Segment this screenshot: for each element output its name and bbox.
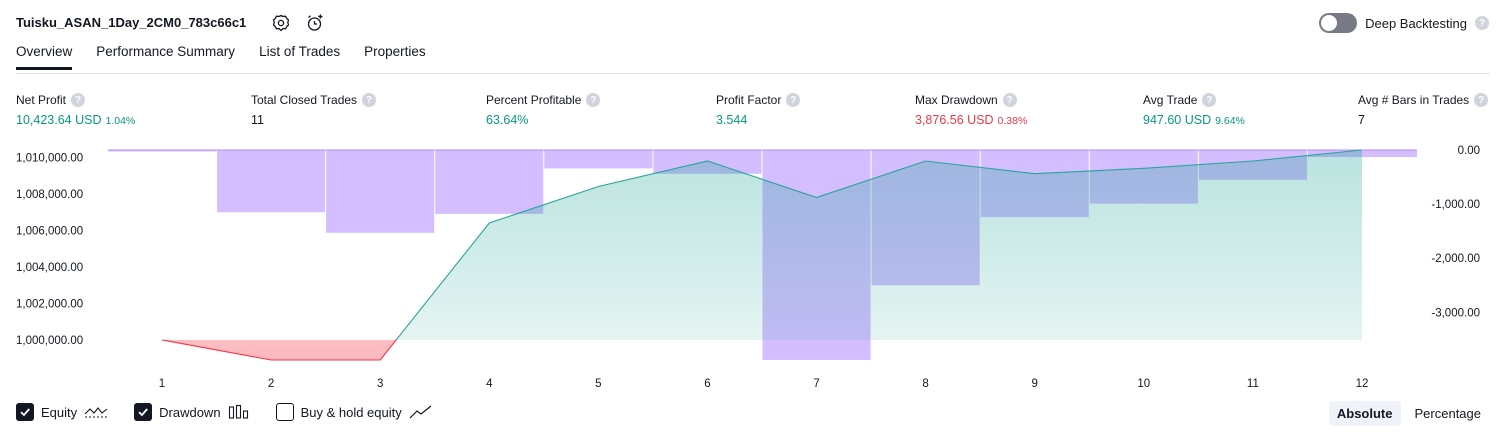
- x-axis-tick-label: 11: [1247, 378, 1259, 390]
- metric-profit-factor: Profit Factor? 3.544: [716, 93, 801, 127]
- metric-total-closed-trades: Total Closed Trades? 11: [251, 93, 377, 127]
- legend-label: Buy & hold equity: [300, 404, 402, 420]
- help-icon[interactable]: ?: [1474, 93, 1489, 107]
- buy-hold-line-icon: [409, 405, 432, 419]
- metric-label: Percent Profitable: [486, 93, 582, 107]
- equity-line-icon: [84, 407, 108, 418]
- legend-buy-hold-equity[interactable]: Buy & hold equity: [275, 403, 433, 421]
- x-axis-tick-label: 10: [1137, 378, 1150, 390]
- metric-percent: 0.38%: [997, 115, 1028, 127]
- absolute-button[interactable]: Absolute: [1328, 401, 1401, 426]
- right-axis-tick-label: -3,000.00: [1431, 307, 1480, 319]
- x-axis-tick-label: 9: [1032, 378, 1038, 390]
- tab-list-of-trades[interactable]: List of Trades: [259, 44, 340, 68]
- metric-value: 947.60 USD: [1143, 113, 1212, 127]
- left-axis-tick-label: 1,002,000.00: [16, 298, 83, 310]
- metric-max-drawdown: Max Drawdown? 3,876.56 USD 0.38%: [915, 93, 1027, 127]
- toggle-knob: [1321, 15, 1338, 31]
- metric-label: Profit Factor: [716, 93, 782, 107]
- help-icon[interactable]: ?: [362, 93, 377, 107]
- tabs-divider: [16, 73, 1490, 74]
- add-alert-button[interactable]: [304, 12, 326, 34]
- add-alert-icon: [307, 14, 323, 31]
- right-axis-tick-label: 0.00: [1458, 145, 1480, 157]
- metric-value: 3,876.56 USD: [915, 113, 994, 127]
- metric-percent: 9.64%: [1215, 115, 1245, 127]
- metric-value: 10,423.64 USD: [16, 113, 102, 127]
- x-axis-tick-label: 1: [159, 378, 165, 390]
- x-axis-tick-label: 2: [268, 378, 274, 390]
- equity-drawdown-chart[interactable]: 1,010,000.00 1,008,000.00 1,006,000.00 1,00…: [0, 140, 1507, 396]
- drawdown-bar: [108, 150, 217, 152]
- report-header: Tuisku_ASAN_1Day_2CM0_783c66c1 Deep Back…: [0, 0, 1507, 46]
- drawdown-bar: [217, 150, 326, 213]
- x-axis-tick-label: 5: [595, 378, 601, 390]
- metric-label: Avg Trade: [1143, 93, 1198, 107]
- check-icon: [20, 408, 30, 417]
- left-axis-tick-label: 1,000,000.00: [16, 335, 83, 347]
- x-axis-tick-label: 6: [704, 378, 710, 390]
- deep-backtesting-label: Deep Backtesting: [1365, 15, 1467, 31]
- metric-label: Net Profit: [16, 93, 67, 107]
- x-axis-tick-label: 7: [813, 378, 819, 390]
- tab-properties[interactable]: Properties: [364, 44, 426, 68]
- metric-percent: 1.04%: [105, 115, 136, 127]
- drawdown-bars-icon: [228, 404, 248, 419]
- metric-value: 3.544: [716, 113, 748, 127]
- help-icon[interactable]: ?: [1475, 16, 1489, 30]
- right-drawdown-axis: 0.00 -1,000.00 -2,000.00 -3,000.00: [1431, 145, 1480, 319]
- help-icon[interactable]: ?: [71, 93, 86, 107]
- metric-label: Avg # Bars in Trades: [1358, 93, 1470, 107]
- trade-number-axis: 1 2 3 4 5 6 7 8 9 10 11 12: [159, 378, 1369, 390]
- tab-overview[interactable]: Overview: [16, 44, 73, 70]
- buy-hold-checkbox[interactable]: [275, 403, 294, 421]
- metric-label: Max Drawdown: [915, 93, 998, 107]
- right-axis-tick-label: -1,000.00: [1431, 199, 1480, 211]
- x-axis-tick-label: 8: [922, 378, 928, 390]
- scale-mode-switch: Absolute Percentage: [1328, 401, 1490, 426]
- metric-value: 11: [251, 113, 264, 127]
- drawdown-bar: [435, 150, 544, 214]
- x-axis-tick-label: 4: [486, 378, 493, 390]
- metric-net-profit: Net Profit? 10,423.64 USD 1.04%: [16, 93, 135, 127]
- metric-avg-bars-in-trades: Avg # Bars in Trades? 7: [1358, 93, 1489, 127]
- metric-value: 7: [1358, 113, 1365, 127]
- right-axis-tick-label: -2,000.00: [1431, 253, 1480, 265]
- help-icon[interactable]: ?: [1002, 93, 1017, 107]
- tab-performance-summary[interactable]: Performance Summary: [96, 44, 235, 68]
- legend-drawdown[interactable]: Drawdown: [134, 403, 249, 421]
- drawdown-bar: [544, 150, 653, 169]
- strategy-title: Tuisku_ASAN_1Day_2CM0_783c66c1: [16, 15, 247, 30]
- legend-equity[interactable]: Equity: [16, 403, 108, 421]
- equity-checkbox[interactable]: [16, 403, 34, 421]
- help-icon[interactable]: ?: [786, 93, 801, 107]
- help-icon[interactable]: ?: [586, 93, 601, 107]
- drawdown-checkbox[interactable]: [134, 403, 153, 421]
- report-tabs: Overview Performance Summary List of Tra…: [16, 44, 426, 70]
- deep-backtesting-control: Deep Backtesting ?: [1319, 13, 1489, 33]
- legend-label: Drawdown: [159, 404, 221, 420]
- left-axis-tick-label: 1,008,000.00: [16, 189, 83, 201]
- drawdown-bar: [326, 150, 435, 233]
- chart-legend: Equity Drawdown Buy & hold equity: [16, 403, 459, 421]
- legend-label: Equity: [41, 404, 78, 420]
- metric-value: 63.64%: [486, 113, 529, 127]
- left-axis-tick-label: 1,006,000.00: [16, 225, 83, 237]
- metric-percent-profitable: Percent Profitable? 63.64%: [486, 93, 601, 127]
- strategy-settings-button[interactable]: [270, 12, 292, 34]
- gear-icon: [272, 14, 290, 32]
- metric-avg-trade: Avg Trade? 947.60 USD 9.64%: [1143, 93, 1245, 127]
- metric-label: Total Closed Trades: [251, 93, 358, 107]
- help-icon[interactable]: ?: [1202, 93, 1217, 107]
- check-icon: [138, 408, 149, 417]
- deep-backtesting-toggle[interactable]: [1319, 13, 1358, 33]
- x-axis-tick-label: 3: [377, 378, 383, 390]
- percentage-button[interactable]: Percentage: [1407, 401, 1490, 426]
- left-axis-tick-label: 1,004,000.00: [16, 262, 83, 274]
- left-price-axis: 1,010,000.00 1,008,000.00 1,006,000.00 1,00…: [16, 152, 83, 347]
- x-axis-tick-label: 12: [1356, 378, 1369, 390]
- left-axis-tick-label: 1,010,000.00: [16, 152, 83, 164]
